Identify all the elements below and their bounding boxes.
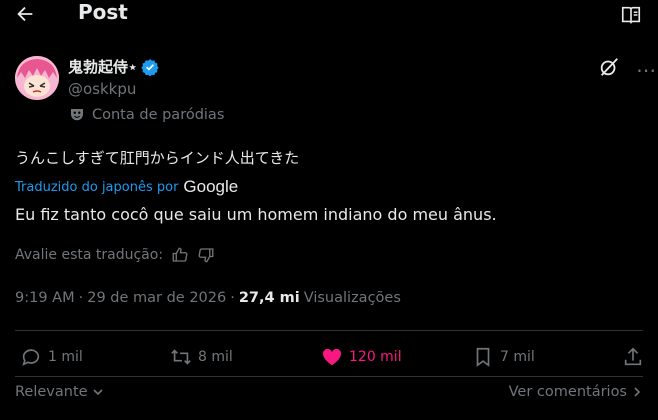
post-original-text: うんこしすぎて肛門からインド人出てきた xyxy=(15,149,300,167)
see-comments-link[interactable]: Ver comentários xyxy=(509,384,643,400)
bookmark-count: 7 mil xyxy=(500,349,535,365)
divider xyxy=(15,330,643,331)
replies-toolbar: Relevante Ver comentários xyxy=(15,384,643,400)
verified-badge-icon xyxy=(141,58,160,76)
parody-label-text: Conta de paródias xyxy=(92,107,225,123)
post-date[interactable]: 29 de mar de 2026 xyxy=(87,290,226,306)
thumbs-down-icon[interactable] xyxy=(197,246,215,264)
repost-icon xyxy=(171,349,191,365)
repost-count: 8 mil xyxy=(198,349,233,365)
reader-mode-icon[interactable] xyxy=(620,4,642,26)
heart-icon xyxy=(322,348,342,366)
bookmark-icon xyxy=(476,347,490,367)
sort-label: Relevante xyxy=(15,384,88,400)
grok-icon[interactable] xyxy=(598,56,620,78)
see-comments-label: Ver comentários xyxy=(508,384,627,400)
translation-attribution: Traduzido do japonês por Google xyxy=(15,177,238,197)
views-label: Visualizações xyxy=(303,290,401,306)
page-title: Post xyxy=(78,0,128,24)
author-name-row[interactable]: 鬼勃起侍⋆ xyxy=(68,56,160,77)
reply-icon xyxy=(22,349,40,366)
bookmark-button[interactable]: 7 mil xyxy=(472,346,535,368)
post-time[interactable]: 9:19 AM xyxy=(15,290,75,306)
translated-from-link[interactable]: Traduzido do japonês por xyxy=(15,180,178,195)
more-options-icon[interactable]: ⋯ xyxy=(636,58,657,82)
views-count: 27,4 mi xyxy=(238,290,300,306)
reply-count: 1 mil xyxy=(48,349,83,365)
repost-button[interactable]: 8 mil xyxy=(170,346,233,368)
share-button[interactable] xyxy=(622,346,644,368)
theater-mask-icon xyxy=(71,109,83,121)
chevron-right-icon xyxy=(634,387,641,397)
meta-separator: · xyxy=(78,290,84,306)
meta-separator: · xyxy=(230,290,235,306)
author-handle[interactable]: @oskkpu xyxy=(68,80,136,98)
google-logo: Google xyxy=(183,177,239,196)
post-metadata: 9:19 AM · 29 de mar de 2026 · 27,4 mi Vi… xyxy=(15,290,401,306)
like-button[interactable]: 120 mil xyxy=(321,346,402,368)
sort-dropdown[interactable]: Relevante xyxy=(15,384,104,400)
rate-translation-label: Avalie esta tradução: xyxy=(15,247,164,263)
divider xyxy=(15,376,643,377)
action-bar: 1 mil 8 mil 120 mil 7 mil xyxy=(0,344,658,372)
share-icon xyxy=(624,347,642,366)
parody-account-label: Conta de paródias xyxy=(68,106,224,124)
avatar[interactable] xyxy=(15,56,59,100)
reply-button[interactable]: 1 mil xyxy=(20,346,83,368)
like-count: 120 mil xyxy=(349,349,402,365)
thumbs-up-icon[interactable] xyxy=(171,246,189,264)
top-bar: Post xyxy=(0,0,658,28)
back-arrow-icon[interactable] xyxy=(14,3,36,25)
rate-translation: Avalie esta tradução: xyxy=(15,246,215,264)
chevron-down-icon xyxy=(92,389,103,396)
author-display-name[interactable]: 鬼勃起侍⋆ xyxy=(68,56,137,77)
post-translation-text: Eu fiz tanto cocô que saiu um homem indi… xyxy=(15,205,497,224)
